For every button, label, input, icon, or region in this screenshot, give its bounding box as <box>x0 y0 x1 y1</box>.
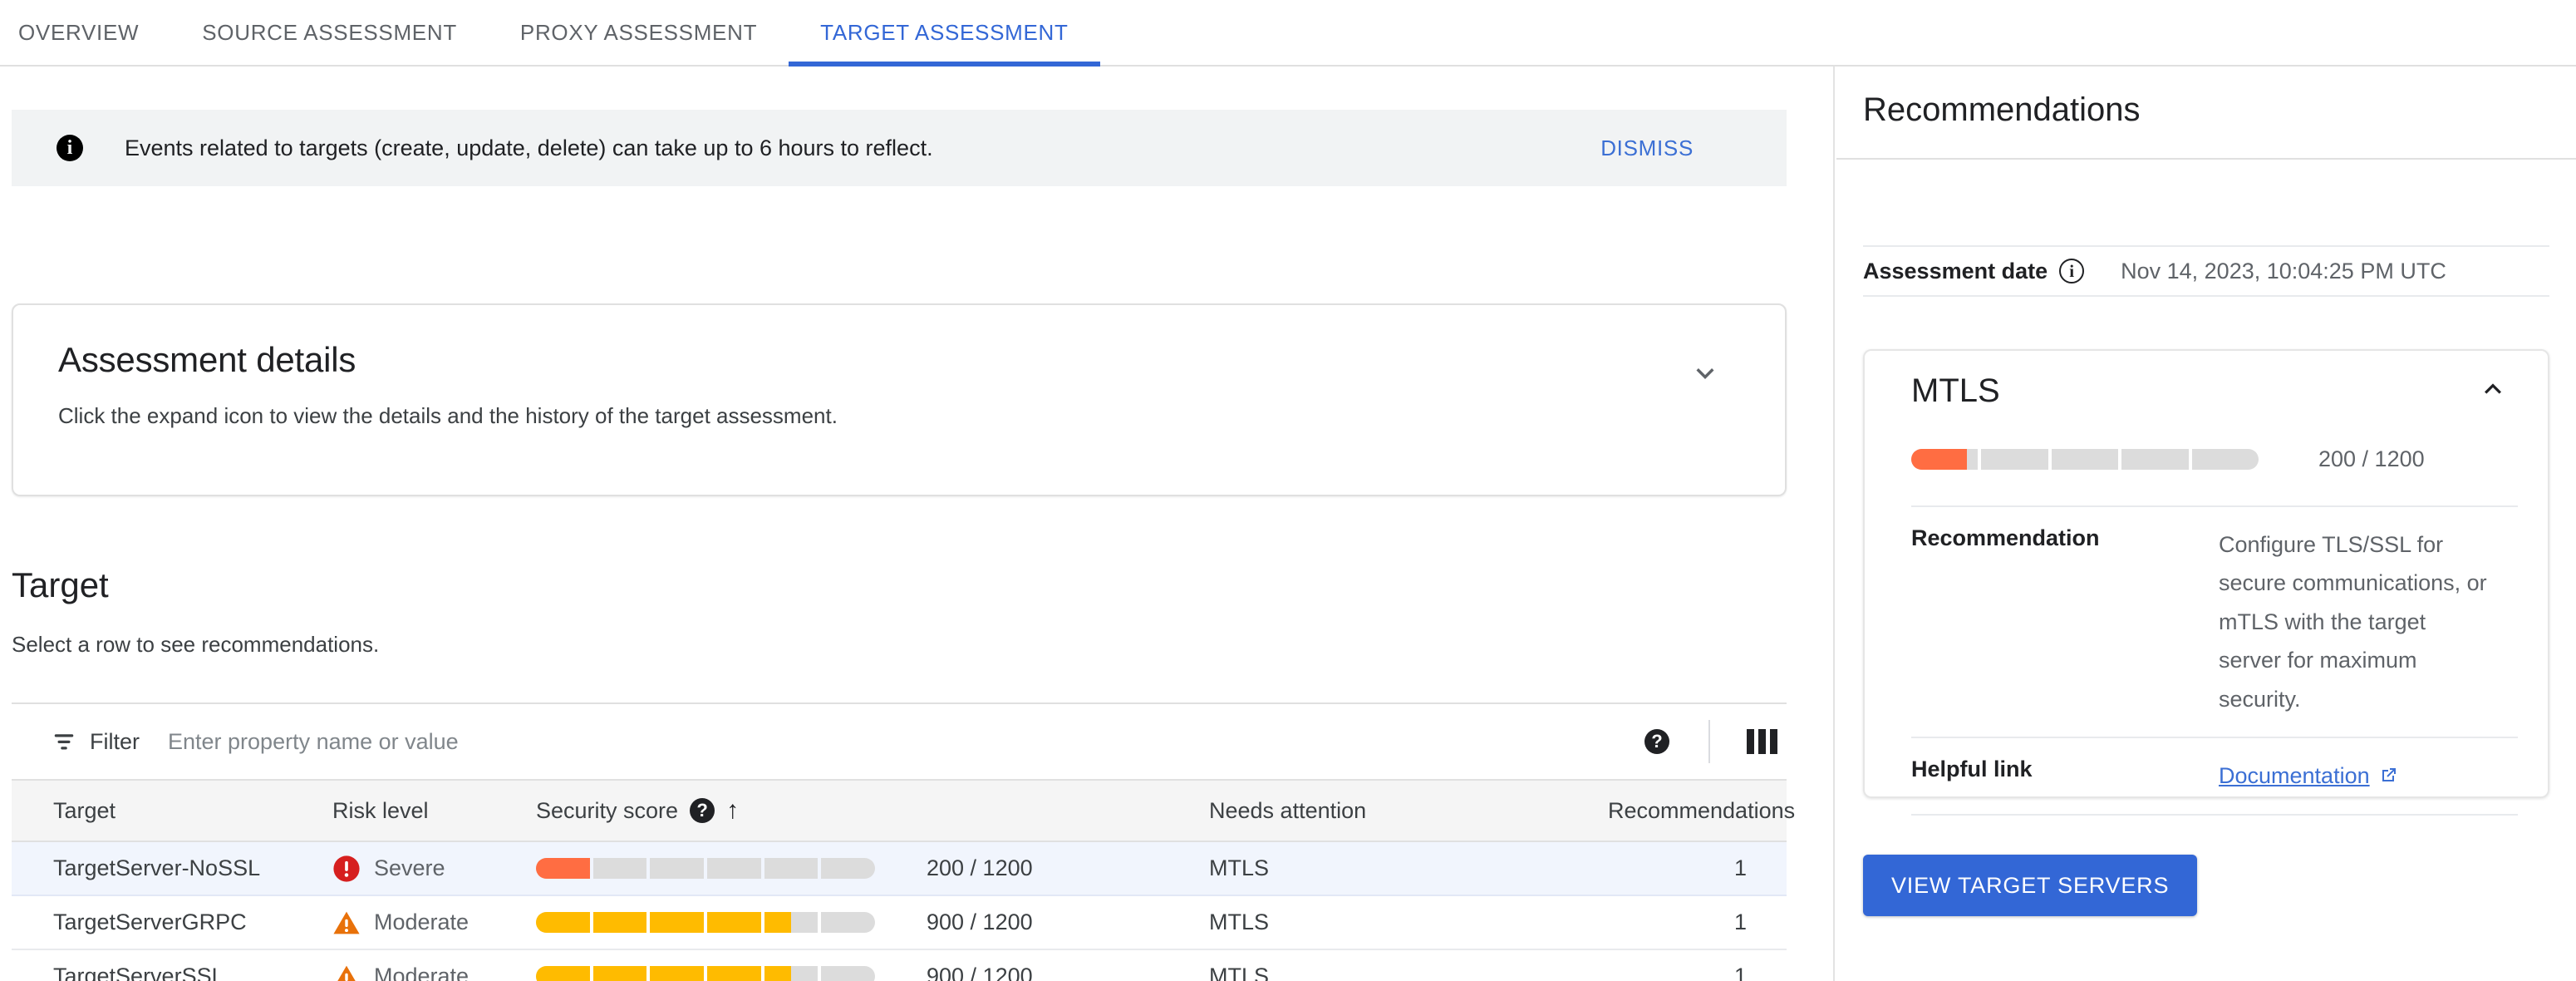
score-text: 200 / 1200 <box>2318 446 2425 471</box>
documentation-link[interactable]: Documentation <box>2219 757 2398 795</box>
security-score-help-icon[interactable]: ? <box>690 798 715 823</box>
column-label: Security score <box>536 797 679 823</box>
page-subtitle: Select a row to see recommendations. <box>12 632 380 657</box>
target-table: Target Risk level Security score ? ↑ Nee… <box>12 779 1795 981</box>
cell-target: TargetServerSSL <box>12 949 319 981</box>
chevron-up-icon[interactable] <box>2476 372 2510 410</box>
column-header-recommendations[interactable]: Recommendations <box>1595 779 1795 842</box>
cell-recommendations: 1 <box>1595 841 1787 896</box>
recommendations-title: Recommendations <box>1863 91 2141 128</box>
search-input[interactable] <box>168 728 750 755</box>
tab-proxy-assessment[interactable]: PROXY ASSESSMENT <box>489 0 789 65</box>
cell-risk-level: Moderate <box>319 949 523 981</box>
column-header-target[interactable]: Target <box>12 779 319 842</box>
recommendation-row: Recommendation Configure TLS/SSL for sec… <box>1911 505 2518 737</box>
cell-target: TargetServer-NoSSL <box>12 841 319 896</box>
cell-risk-level: Severe <box>319 841 523 896</box>
tab-bar: OVERVIEW SOURCE ASSESSMENT PROXY ASSESSM… <box>0 0 2576 67</box>
table-row[interactable]: TargetServerSSL Moderate 900 / 1200 MTLS 1 <box>12 949 1787 981</box>
tab-label: OVERVIEW <box>18 19 140 45</box>
table-row[interactable]: TargetServer-NoSSL Severe 200 / 1200 MTLS… <box>12 841 1787 896</box>
toolbar-divider <box>1708 720 1710 763</box>
table-row[interactable]: TargetServerGRPC Moderate 900 / 1200 MTLS… <box>12 895 1787 950</box>
view-target-servers-button[interactable]: VIEW TARGET SERVERS <box>1863 855 2198 916</box>
column-header-needs-attention[interactable]: Needs attention <box>1196 779 1595 842</box>
cell-needs-attention: MTLS <box>1196 841 1595 896</box>
cell-score-bar <box>523 949 913 981</box>
cell-risk-level: Moderate <box>319 895 523 950</box>
score-bar <box>1911 449 2259 470</box>
recommendation-card-header[interactable]: MTLS <box>1911 372 2510 410</box>
recommendations-panel: Recommendations Assessment date i Nov 14… <box>1836 67 2576 981</box>
external-link-icon <box>2382 768 2396 782</box>
columns-icon[interactable] <box>1737 717 1787 767</box>
cell-score-text: 200 / 1200 <box>913 841 1196 896</box>
assessment-date-row: Assessment date i Nov 14, 2023, 10:04:25… <box>1863 245 2549 297</box>
score-bar <box>536 858 876 879</box>
cell-needs-attention: MTLS <box>1196 895 1595 950</box>
recommendation-card: MTLS 200 / 1200 Recommendation Configure… <box>1863 349 2549 816</box>
dismiss-button[interactable]: DISMISS <box>1600 136 1694 161</box>
assessment-date-label: Assessment date <box>1863 258 2048 283</box>
main-content: i Events related to targets (create, upd… <box>0 67 1835 981</box>
column-header-risk-level[interactable]: Risk level <box>319 779 523 842</box>
help-icon[interactable]: ? <box>1632 717 1682 767</box>
recommendation-card-title: MTLS <box>1911 372 2000 409</box>
table-header: Target Risk level Security score ? ↑ Nee… <box>12 779 1795 842</box>
cell-needs-attention: MTLS <box>1196 949 1595 981</box>
cell-recommendations: 1 <box>1595 895 1787 950</box>
recommendation-details: Recommendation Configure TLS/SSL for sec… <box>1911 505 2518 816</box>
filter-label: Filter <box>90 728 140 754</box>
info-banner: i Events related to targets (create, upd… <box>12 110 1787 186</box>
recommendation-label: Recommendation <box>1911 525 2100 550</box>
helpful-link-label: Helpful link <box>1911 757 2033 782</box>
column-label: Risk level <box>332 797 429 823</box>
column-label: Target <box>53 797 116 823</box>
recommendation-score: 200 / 1200 <box>1911 446 2425 472</box>
cell-score-text: 900 / 1200 <box>913 949 1196 981</box>
risk-label: Moderate <box>374 964 469 981</box>
score-bar <box>536 966 876 981</box>
column-label: Needs attention <box>1209 797 1367 823</box>
tab-label: TARGET ASSESSMENT <box>820 19 1069 45</box>
chevron-down-icon[interactable] <box>1682 350 1728 397</box>
cell-recommendations: 1 <box>1595 949 1787 981</box>
tab-source-assessment[interactable]: SOURCE ASSESSMENT <box>170 0 489 65</box>
page-title: Target <box>12 565 109 604</box>
filter-button[interactable]: Filter <box>52 729 140 755</box>
toolbar-actions: ? <box>1632 717 1787 767</box>
assessment-details-description: Click the expand icon to view the detail… <box>58 403 838 428</box>
recommendation-value: Configure TLS/SSL for secure communicati… <box>2219 532 2487 712</box>
tab-label: PROXY ASSESSMENT <box>519 19 758 45</box>
tab-label: SOURCE ASSESSMENT <box>202 19 457 45</box>
info-icon: i <box>57 135 83 161</box>
risk-label: Moderate <box>374 910 469 934</box>
info-banner-text: Events related to targets (create, updat… <box>125 135 933 160</box>
table-body: TargetServer-NoSSL Severe 200 / 1200 MTLS… <box>12 841 1787 981</box>
assessment-date-value: Nov 14, 2023, 10:04:25 PM UTC <box>2121 258 2446 283</box>
cell-score-text: 900 / 1200 <box>913 895 1196 950</box>
cell-score-bar <box>523 841 913 896</box>
table-header-row: Target Risk level Security score ? ↑ Nee… <box>12 779 1795 842</box>
cell-target: TargetServerGRPC <box>12 895 319 950</box>
filter-icon <box>54 734 74 750</box>
column-header-security-score[interactable]: Security score ? ↑ <box>523 779 913 842</box>
column-label: Recommendations <box>1608 797 1796 823</box>
assessment-details-card[interactable]: Assessment details Click the expand icon… <box>12 303 1787 496</box>
sort-ascending-icon[interactable]: ↑ <box>726 798 739 823</box>
helpful-link-row: Helpful link Documentation <box>1911 737 2518 816</box>
tab-overview[interactable]: OVERVIEW <box>0 0 170 65</box>
tab-target-assessment[interactable]: TARGET ASSESSMENT <box>789 0 1101 67</box>
cell-score-bar <box>523 895 913 950</box>
table-toolbar: Filter ? <box>12 702 1787 779</box>
info-icon[interactable]: i <box>2059 259 2085 283</box>
panel-divider <box>1836 158 2576 160</box>
assessment-details-title: Assessment details <box>58 340 356 379</box>
risk-label: Severe <box>374 855 445 880</box>
documentation-link-text: Documentation <box>2219 763 2370 789</box>
column-header-score-value <box>913 779 1196 842</box>
score-bar <box>536 912 876 933</box>
